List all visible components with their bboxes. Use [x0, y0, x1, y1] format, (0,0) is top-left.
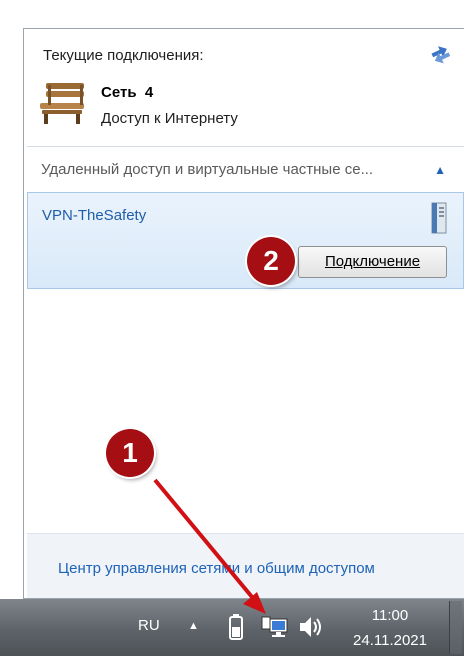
- current-connections-title: Текущие подключения:: [43, 47, 204, 64]
- network-status: Доступ к Интернету: [101, 110, 238, 127]
- bench-network-icon: [40, 83, 84, 124]
- clock-date[interactable]: 24.11.2021: [344, 632, 436, 649]
- annotation-marker-1: 1: [106, 429, 154, 477]
- battery-icon[interactable]: [228, 613, 244, 641]
- annotation-marker-2: 2: [247, 237, 295, 285]
- network-center-link[interactable]: Центр управления сетями и общим доступом: [58, 560, 375, 577]
- clock-time[interactable]: 11:00: [362, 607, 418, 624]
- tray-expand-icon[interactable]: ▲: [188, 620, 199, 632]
- connect-button[interactable]: Подключение: [298, 246, 447, 278]
- show-desktop-button[interactable]: [449, 601, 462, 654]
- divider: [27, 146, 464, 147]
- network-tray-icon[interactable]: [259, 613, 289, 641]
- vpn-section-title[interactable]: Удаленный доступ и виртуальные частные с…: [41, 161, 373, 178]
- server-icon: [431, 202, 447, 234]
- volume-icon[interactable]: [296, 613, 324, 641]
- popup-footer: Центр управления сетями и общим доступом: [27, 533, 464, 598]
- vpn-connection-item[interactable]: VPN-TheSafety Подключение: [27, 192, 464, 289]
- language-indicator[interactable]: RU: [138, 617, 160, 634]
- network-name: Сеть 4: [101, 84, 154, 101]
- vpn-name: VPN-TheSafety: [42, 207, 147, 224]
- chevron-up-icon[interactable]: ▲: [434, 163, 446, 177]
- taskbar: RU ▲ 11:00 24.11.2021: [0, 599, 464, 656]
- refresh-icon[interactable]: [428, 41, 452, 65]
- network-connections-popup: Текущие подключения: Сеть 4 Доступ к Инт…: [23, 28, 464, 599]
